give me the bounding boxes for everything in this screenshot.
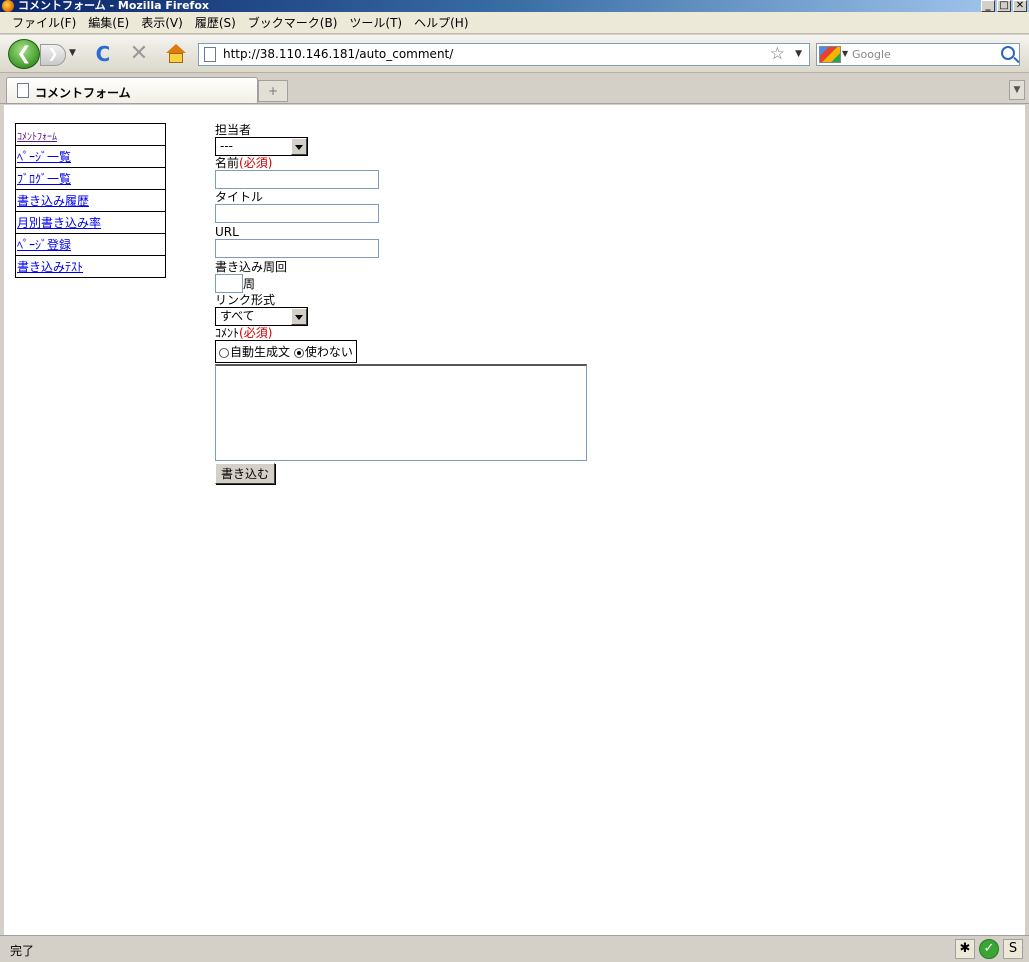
firebug-icon[interactable]: ✱ — [955, 939, 975, 959]
menu-tools[interactable]: ツール(T) — [343, 14, 408, 31]
search-bar[interactable]: ▼ Google — [816, 43, 1020, 66]
page-icon — [204, 47, 216, 62]
radio-auto-generate[interactable] — [219, 347, 229, 358]
name-field[interactable] — [215, 170, 379, 189]
menu-view[interactable]: 表示(V) — [135, 14, 189, 31]
link-format-label: リンク形式 — [215, 293, 276, 307]
url-dropdown-icon[interactable]: ▼ — [795, 49, 802, 59]
title-label: タイトル — [215, 190, 264, 204]
radio-do-not-use[interactable] — [293, 347, 304, 358]
addon-icon[interactable]: S — [1003, 939, 1023, 959]
sidebar-item-monthly-rate[interactable]: 月別書き込み率 — [17, 216, 101, 230]
menu-edit[interactable]: 編集(E) — [82, 14, 135, 31]
url-field[interactable] — [215, 239, 379, 258]
engine-dropdown-icon[interactable]: ▼ — [842, 49, 848, 58]
page-content: ｺﾒﾝﾄﾌｫｰﾑ ﾍﾟｰｼﾞ一覧 ﾌﾞﾛｸﾞ一覧 書き込み履歴 月別書き込み率 … — [4, 105, 1025, 935]
cycle-label: 書き込み周回 — [215, 260, 288, 274]
comment-mode-group: 自動生成文 使わない — [215, 340, 357, 363]
status-text: 完了 — [10, 944, 35, 958]
firefox-icon — [2, 0, 14, 12]
menu-bookmarks[interactable]: ブックマーク(B) — [242, 14, 344, 31]
comment-label: ｺﾒﾝﾄ(必須) — [215, 326, 273, 340]
back-button[interactable]: ❮ — [8, 39, 40, 69]
link-format-value: すべて — [220, 309, 255, 323]
url-text[interactable]: http://38.110.146.181/auto_comment/ — [223, 47, 453, 61]
minimize-button[interactable]: _ — [981, 0, 995, 12]
search-input[interactable]: Google — [852, 48, 891, 61]
sidebar-item-comment-form[interactable]: ｺﾒﾝﾄﾌｫｰﾑ — [17, 132, 57, 143]
window-title: コメントフォーム - Mozilla Firefox — [18, 0, 209, 12]
sidebar-item-page-list[interactable]: ﾍﾟｰｼﾞ一覧 — [17, 150, 71, 164]
menu-file[interactable]: ファイル(F) — [6, 14, 82, 31]
new-tab-button[interactable]: + — [258, 80, 288, 102]
chevron-down-icon[interactable] — [291, 308, 307, 325]
home-button[interactable] — [164, 43, 188, 65]
reload-button[interactable]: C — [92, 43, 114, 65]
comment-form: 担当者 --- 名前(必須) タイトル URL 書き込み周回 周 リンク形式 す… — [215, 123, 595, 484]
assignee-label: 担当者 — [215, 123, 252, 137]
sidebar-item-write-history[interactable]: 書き込み履歴 — [17, 194, 89, 208]
stop-button[interactable]: ✕ — [128, 43, 150, 65]
link-format-select[interactable]: すべて — [215, 307, 308, 326]
close-window-button[interactable]: ✕ — [1013, 0, 1027, 12]
menu-help[interactable]: ヘルプ(H) — [408, 14, 474, 31]
submit-button[interactable]: 書き込む — [215, 463, 276, 484]
address-bar[interactable]: http://38.110.146.181/auto_comment/ ☆ ▼ — [198, 43, 810, 66]
tab-label: コメントフォーム — [35, 86, 131, 100]
assignee-select[interactable]: --- — [215, 137, 308, 156]
history-dropdown-icon[interactable]: ▼ — [69, 48, 76, 58]
required-mark: (必須) — [239, 156, 273, 170]
home-icon — [166, 44, 186, 53]
menu-bar: ファイル(F) 編集(E) 表示(V) 履歴(S) ブックマーク(B) ツール(… — [0, 12, 1029, 34]
cycle-unit: 周 — [243, 277, 256, 291]
sidebar-item-page-register[interactable]: ﾍﾟｰｼﾞ登録 — [17, 238, 71, 252]
tab-comment-form[interactable]: コメントフォーム — [6, 77, 258, 103]
sidebar-item-write-test[interactable]: 書き込みﾃｽﾄ — [17, 260, 83, 274]
title-field[interactable] — [215, 204, 379, 223]
assignee-value: --- — [220, 139, 233, 153]
comment-textarea[interactable] — [215, 364, 587, 461]
status-bar: 完了 ✱ ✓ S — [0, 935, 1029, 962]
navigation-toolbar: ❮ ❯ ▼ C ✕ http://38.110.146.181/auto_com… — [0, 35, 1029, 73]
required-mark: (必須) — [239, 326, 273, 340]
radio-auto-label: 自動生成文 — [230, 345, 291, 359]
tab-bar: コメントフォーム + ▼ — [0, 73, 1029, 104]
sidebar-item-blog-list[interactable]: ﾌﾞﾛｸﾞ一覧 — [17, 172, 71, 186]
search-icon[interactable] — [1001, 46, 1015, 60]
tab-list-dropdown-icon[interactable]: ▼ — [1009, 80, 1025, 100]
window-title-bar: コメントフォーム - Mozilla Firefox _ □ ✕ — [0, 0, 1029, 12]
name-label: 名前(必須) — [215, 156, 273, 170]
check-ok-icon[interactable]: ✓ — [979, 939, 999, 959]
chevron-down-icon[interactable] — [291, 138, 307, 155]
radio-none-label: 使わない — [304, 345, 353, 359]
maximize-button[interactable]: □ — [997, 0, 1011, 12]
sidebar-nav: ｺﾒﾝﾄﾌｫｰﾑ ﾍﾟｰｼﾞ一覧 ﾌﾞﾛｸﾞ一覧 書き込み履歴 月別書き込み率 … — [15, 123, 166, 278]
url-label: URL — [215, 225, 239, 239]
menu-history[interactable]: 履歴(S) — [189, 14, 242, 31]
cycle-field[interactable] — [215, 274, 243, 293]
bookmark-star-icon[interactable]: ☆ — [770, 44, 785, 64]
forward-button[interactable]: ❯ — [40, 44, 66, 66]
page-icon — [17, 83, 29, 98]
google-engine-icon[interactable] — [819, 46, 841, 63]
